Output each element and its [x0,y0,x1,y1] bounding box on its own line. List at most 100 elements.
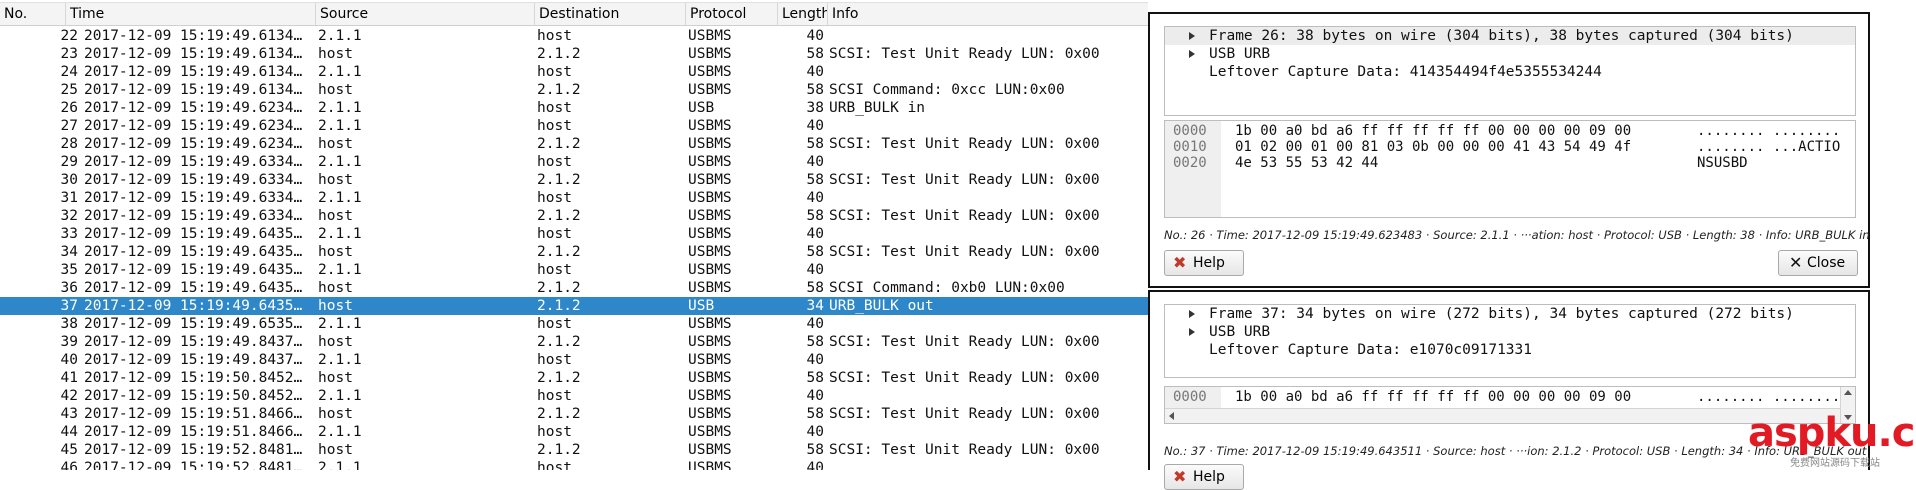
packet-cell-destination: 2.1.2 [537,208,581,224]
packet-cell-info [829,117,1148,135]
packet-cell-protocol: USBMS [688,316,732,332]
packet-cell-time: 2017-12-09 15:19:49.6334… [84,208,303,224]
column-header-time[interactable]: Time [66,3,316,25]
hex-row[interactable]: 0010 01 02 00 01 00 81 03 0b 00 00 00 41 … [1165,139,1855,155]
packet-cell-source: host [318,280,353,296]
packet-cell-time: 2017-12-09 15:19:49.6334… [84,154,303,170]
packet-cell-protocol: USB [688,298,715,314]
close-icon: ✕ [1789,253,1803,272]
hex-row[interactable]: 0000 1b 00 a0 bd a6 ff ff ff ff ff 00 00 … [1165,123,1855,139]
tree-item-usb-urb[interactable]: USB URB [1165,323,1855,341]
tree-item-leftover-data[interactable]: Leftover Capture Data: e1070c09171331 [1165,341,1855,359]
packet-cell-protocol: USBMS [688,280,732,296]
tree-item-frame[interactable]: Frame 26: 38 bytes on wire (304 bits), 3… [1165,27,1855,45]
packet-cell-length: 34 [806,298,824,314]
packet-row[interactable]: 22 2017-12-09 15:19:49.6134… 2.1.1 host USBM… [0,27,1148,45]
column-header-info[interactable]: Info [828,3,1148,25]
packet-row[interactable]: 24 2017-12-09 15:19:49.6134… 2.1.1 host USBM… [0,63,1148,81]
help-button[interactable]: ✖ Help [1164,464,1244,490]
site-watermark: aspku.com 免费网站源码下载站 [1748,410,1916,470]
packet-row[interactable]: 31 2017-12-09 15:19:49.6334… 2.1.1 host USBM… [0,189,1148,207]
column-header-source[interactable]: Source [316,3,535,25]
scroll-up-icon[interactable] [1844,390,1852,395]
packet-cell-destination: 2.1.2 [537,46,581,62]
packet-row[interactable]: 41 2017-12-09 15:19:50.8452… host 2.1.2 USBM… [0,369,1148,387]
packet-row[interactable]: 44 2017-12-09 15:19:51.8466… 2.1.1 host USBM… [0,423,1148,441]
hex-row[interactable]: 0020 4e 53 55 53 42 44 NSUSBD [1165,155,1855,171]
packet-cell-length: 40 [806,460,824,470]
packet-row[interactable]: 32 2017-12-09 15:19:49.6334… host 2.1.2 USBM… [0,207,1148,225]
column-header-length[interactable]: Length [778,3,828,25]
packet-cell-info: SCSI: Test Unit Ready LUN: 0x00 [829,334,1100,350]
expand-arrow-icon[interactable] [1189,310,1195,318]
hex-row[interactable]: 0000 1b 00 a0 bd a6 ff ff ff ff ff 00 00 … [1165,389,1855,405]
packet-row[interactable]: 33 2017-12-09 15:19:49.6435… 2.1.1 host USBM… [0,225,1148,243]
packet-row[interactable]: 27 2017-12-09 15:19:49.6234… 2.1.1 host USBM… [0,117,1148,135]
packet-cell-source: 2.1.1 [318,28,362,44]
packet-row[interactable]: 37 2017-12-09 15:19:49.6435… host 2.1.2 USB 3… [0,297,1148,315]
packet-list[interactable]: No. Time Source Destination Protocol Len… [0,0,1148,470]
scroll-left-icon[interactable] [1169,412,1174,420]
packet-cell-source: host [318,208,353,224]
packet-detail-tree[interactable]: Frame 26: 38 bytes on wire (304 bits), 3… [1164,26,1856,116]
packet-cell-length: 58 [806,406,824,422]
packet-cell-time: 2017-12-09 15:19:49.6435… [84,262,303,278]
packet-row[interactable]: 43 2017-12-09 15:19:51.8466… host 2.1.2 USBM… [0,405,1148,423]
packet-cell-source: 2.1.1 [318,316,362,332]
horizontal-scrollbar[interactable] [1165,408,1841,423]
packet-row[interactable]: 45 2017-12-09 15:19:52.8481… host 2.1.2 USBM… [0,441,1148,459]
tree-item-frame[interactable]: Frame 37: 34 bytes on wire (272 bits), 3… [1165,305,1855,323]
packet-list-header: No. Time Source Destination Protocol Len… [0,2,1148,26]
help-button[interactable]: ✖ Help [1164,250,1244,276]
packet-cell-length: 40 [806,64,824,80]
packet-row[interactable]: 36 2017-12-09 15:19:49.6435… host 2.1.2 USBM… [0,279,1148,297]
packet-row[interactable]: 26 2017-12-09 15:19:49.6234… 2.1.1 host USB 3… [0,99,1148,117]
packet-cell-time: 2017-12-09 15:19:49.8437… [84,334,303,350]
close-button[interactable]: ✕ Close [1778,250,1858,276]
packet-cell-info: SCSI: Test Unit Ready LUN: 0x00 [829,406,1100,422]
expand-arrow-icon[interactable] [1189,32,1195,40]
packet-cell-destination: host [537,460,572,470]
packet-row[interactable]: 30 2017-12-09 15:19:49.6334… host 2.1.2 USBM… [0,171,1148,189]
packet-cell-protocol: USBMS [688,334,732,350]
packet-cell-source: host [318,370,353,386]
packet-row[interactable]: 23 2017-12-09 15:19:49.6134… host 2.1.2 USBM… [0,45,1148,63]
packet-row[interactable]: 46 2017-12-09 15:19:52.8481… 2.1.1 host USBM… [0,459,1148,470]
expand-arrow-icon[interactable] [1189,328,1195,336]
packet-cell-destination: host [537,424,572,440]
packet-cell-destination: 2.1.2 [537,298,581,314]
packet-row[interactable]: 42 2017-12-09 15:19:50.8452… 2.1.1 host USBM… [0,387,1148,405]
hex-dump[interactable]: 0000 1b 00 a0 bd a6 ff ff ff ff ff 00 00 … [1164,120,1856,218]
packet-row[interactable]: 40 2017-12-09 15:19:49.8437… 2.1.1 host USBM… [0,351,1148,369]
packet-cell-length: 40 [806,316,824,332]
column-header-protocol[interactable]: Protocol [686,3,778,25]
packet-cell-source: 2.1.1 [318,424,362,440]
packet-cell-time: 2017-12-09 15:19:52.8481… [84,442,303,458]
packet-row[interactable]: 28 2017-12-09 15:19:49.6234… host 2.1.2 USBM… [0,135,1148,153]
packet-row[interactable]: 39 2017-12-09 15:19:49.8437… host 2.1.2 USBM… [0,333,1148,351]
tree-item-leftover-data[interactable]: Leftover Capture Data: 414354494f4e53555… [1165,63,1855,81]
packet-cell-time: 2017-12-09 15:19:49.6535… [84,316,303,332]
packet-cell-time: 2017-12-09 15:19:49.8437… [84,352,303,368]
column-header-no[interactable]: No. [0,3,66,25]
packet-row[interactable]: 38 2017-12-09 15:19:49.6535… 2.1.1 host USBM… [0,315,1148,333]
hex-bytes: 1b 00 a0 bd a6 ff ff ff ff ff 00 00 00 0… [1235,123,1632,139]
packet-cell-time: 2017-12-09 15:19:51.8466… [84,406,303,422]
packet-cell-protocol: USBMS [688,388,732,404]
help-icon: ✖ [1173,467,1187,486]
expand-arrow-icon[interactable] [1189,50,1195,58]
packet-detail-tree[interactable]: Frame 37: 34 bytes on wire (272 bits), 3… [1164,304,1856,378]
packet-row[interactable]: 29 2017-12-09 15:19:49.6334… 2.1.1 host USBM… [0,153,1148,171]
packet-cell-no: 31 [60,190,78,206]
packet-row[interactable]: 35 2017-12-09 15:19:49.6435… 2.1.1 host USBM… [0,261,1148,279]
packet-cell-protocol: USBMS [688,370,732,386]
packet-cell-length: 40 [806,424,824,440]
packet-cell-destination: 2.1.2 [537,442,581,458]
packet-row[interactable]: 34 2017-12-09 15:19:49.6435… host 2.1.2 USBM… [0,243,1148,261]
column-header-destination[interactable]: Destination [535,3,686,25]
packet-cell-info [829,423,1148,441]
packet-row[interactable]: 25 2017-12-09 15:19:49.6134… host 2.1.2 USBM… [0,81,1148,99]
tree-item-usb-urb[interactable]: USB URB [1165,45,1855,63]
packet-cell-source: 2.1.1 [318,118,362,134]
hex-offset: 0000 [1173,123,1207,139]
